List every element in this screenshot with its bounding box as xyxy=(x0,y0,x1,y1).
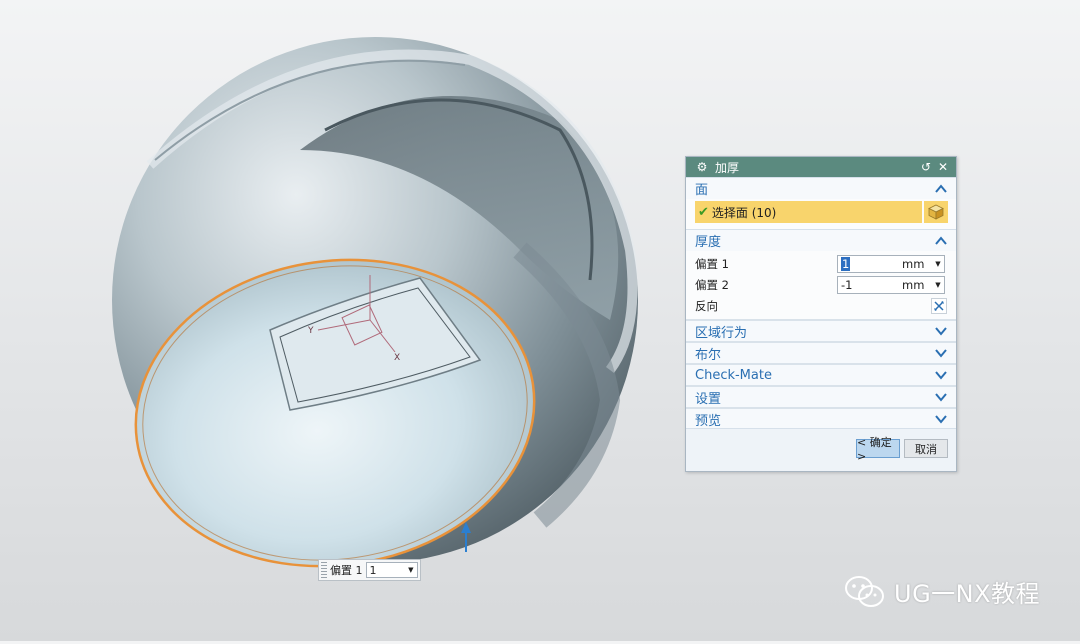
onscreen-offset-input: 偏置 1 1 ▼ xyxy=(318,559,421,581)
offset1-value: 1 xyxy=(841,256,851,271)
chevron-down-icon xyxy=(935,393,947,402)
cancel-button[interactable]: 取消 xyxy=(904,439,948,458)
chevron-down-icon xyxy=(935,349,947,358)
reverse-row: 反向 xyxy=(695,295,948,316)
select-face-row[interactable]: ✔ 选择面 (10) xyxy=(695,201,948,223)
chevron-down-icon xyxy=(935,415,947,424)
face-filter-cube-button[interactable] xyxy=(924,201,948,223)
reverse-direction-icon xyxy=(934,300,944,311)
check-icon: ✔ xyxy=(698,204,709,220)
axis-x-label: X xyxy=(394,353,400,363)
offset1-unit: mm xyxy=(902,256,925,271)
reset-icon[interactable]: ↺ xyxy=(919,160,933,174)
dialog-title: 加厚 xyxy=(715,160,740,175)
select-face-label: 选择面 (10) xyxy=(711,205,777,220)
cube-icon xyxy=(928,204,944,220)
section-region-behavior-label: 区域行为 xyxy=(695,325,748,341)
watermark: UG一NX教程 xyxy=(844,574,1040,609)
section-check-mate-label: Check-Mate xyxy=(695,367,772,383)
wechat-icon xyxy=(845,575,884,607)
section-preview-header[interactable]: 预览 xyxy=(686,407,956,429)
offset2-unit: mm xyxy=(902,277,925,292)
offset1-field[interactable]: 1 mm ▼ xyxy=(837,254,945,273)
section-boolean-header[interactable]: 布尔 xyxy=(686,341,956,363)
onscreen-offset-label: 偏置 1 xyxy=(330,564,363,577)
gear-icon[interactable]: ⚙ xyxy=(695,160,709,174)
chevron-up-icon xyxy=(935,183,947,193)
chevron-down-icon[interactable]: ▼ xyxy=(932,260,944,268)
dialog-title-bar[interactable]: ⚙ 加厚 ↺ ✕ xyxy=(686,157,956,177)
ok-button[interactable]: < 确定 > xyxy=(856,436,900,463)
reverse-direction-button[interactable] xyxy=(931,297,947,314)
offset1-label: 偏置 1 xyxy=(695,256,729,271)
section-settings-label: 设置 xyxy=(695,391,722,407)
offset2-value: -1 xyxy=(841,277,853,292)
drag-handle-icon[interactable] xyxy=(321,562,327,578)
axis-y-label: Y xyxy=(307,326,314,336)
chevron-down-icon xyxy=(935,371,947,380)
section-region-behavior-header[interactable]: 区域行为 xyxy=(686,319,956,341)
chevron-down-icon[interactable]: ▼ xyxy=(932,281,944,289)
reverse-label: 反向 xyxy=(695,298,718,313)
watermark-text: UG一NX教程 xyxy=(894,580,1041,608)
offset2-row: 偏置 2 -1 mm ▼ xyxy=(695,274,948,295)
section-face-header[interactable]: 面 xyxy=(686,177,956,199)
onscreen-offset-field[interactable]: 1 ▼ xyxy=(365,562,418,578)
section-preview-label: 预览 xyxy=(695,413,722,429)
thicken-dialog: ⚙ 加厚 ↺ ✕ 面 ✔ 选择面 (10) 厚度 偏置 1 1 mm ▼ 偏置 … xyxy=(685,156,957,472)
chevron-down-icon[interactable]: ▼ xyxy=(408,566,413,574)
section-thickness-header[interactable]: 厚度 xyxy=(686,229,956,251)
offset2-field[interactable]: -1 mm ▼ xyxy=(837,275,945,294)
section-thickness-body: 偏置 1 1 mm ▼ 偏置 2 -1 mm ▼ 反向 xyxy=(686,251,956,319)
offset2-label: 偏置 2 xyxy=(695,277,729,292)
section-thickness-label: 厚度 xyxy=(695,235,722,250)
section-face-label: 面 xyxy=(695,183,709,198)
section-face-body: ✔ 选择面 (10) xyxy=(686,199,956,229)
collapsed-sections: 区域行为 布尔 Check-Mate 设置 预览 xyxy=(686,319,956,429)
section-check-mate-header[interactable]: Check-Mate xyxy=(686,363,956,385)
dialog-footer: < 确定 > 取消 xyxy=(686,428,956,471)
chevron-down-icon xyxy=(935,327,947,336)
chevron-up-icon xyxy=(935,235,947,245)
offset1-row: 偏置 1 1 mm ▼ xyxy=(695,253,948,274)
section-settings-header[interactable]: 设置 xyxy=(686,385,956,407)
section-boolean-label: 布尔 xyxy=(695,347,722,363)
onscreen-offset-value: 1 xyxy=(369,563,377,577)
close-icon[interactable]: ✕ xyxy=(936,160,950,174)
